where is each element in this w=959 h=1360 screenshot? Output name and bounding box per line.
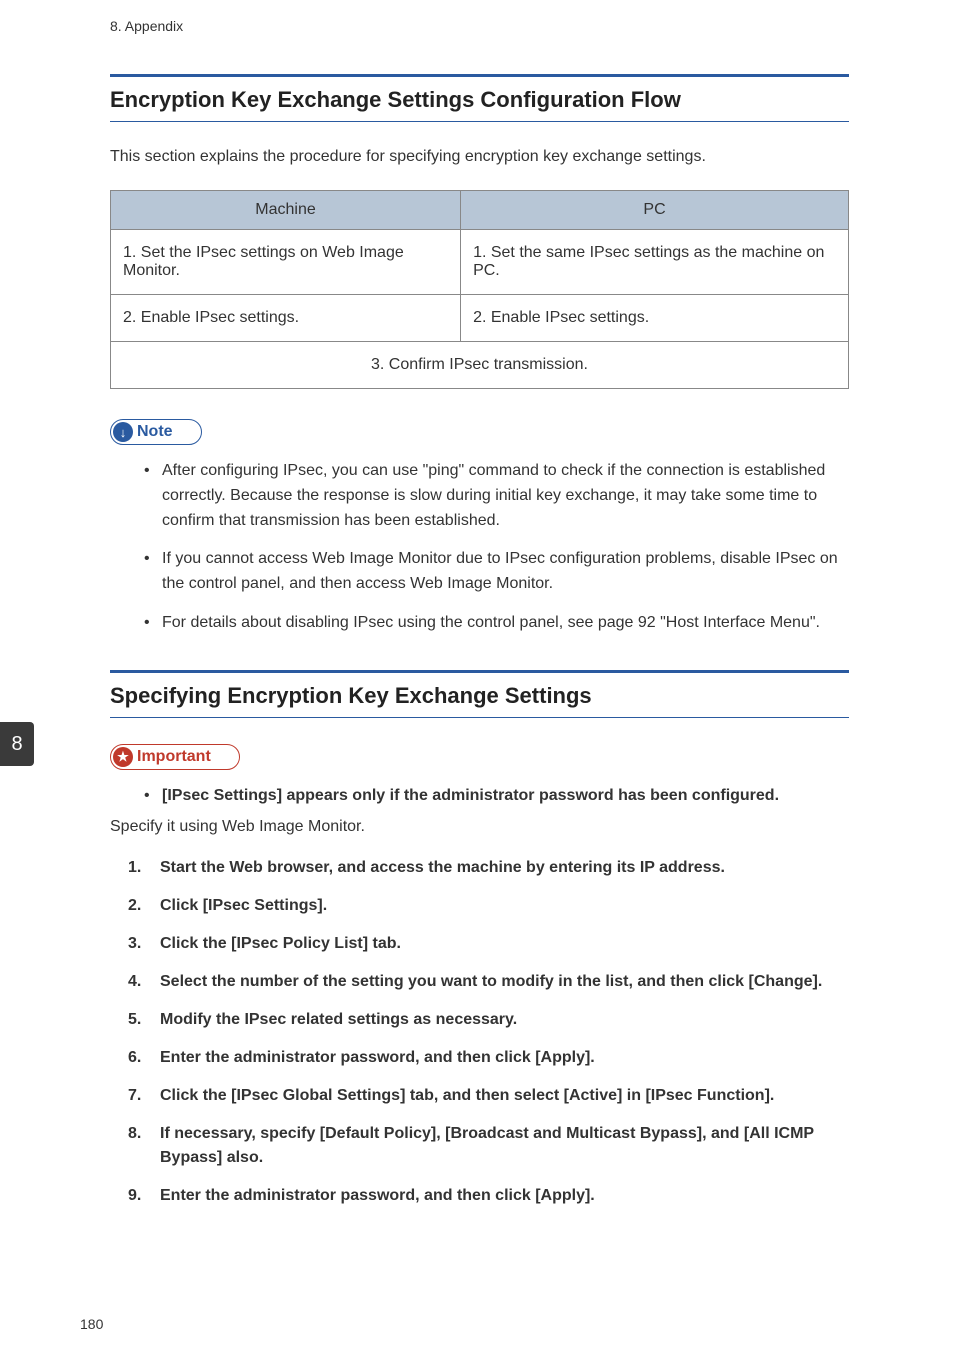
step-item: Click the [IPsec Global Settings] tab, a… [128, 1084, 849, 1108]
cell-merged-3: 3. Confirm IPsec transmission. [111, 342, 849, 389]
step-item: Enter the administrator password, and th… [128, 1046, 849, 1070]
section-title-config-flow: Encryption Key Exchange Settings Configu… [110, 74, 849, 122]
page-header-chapter: 8. Appendix [0, 0, 959, 34]
note-item: After configuring IPsec, you can use "pi… [144, 459, 849, 533]
step-item: Modify the IPsec related settings as nec… [128, 1008, 849, 1032]
important-item: [IPsec Settings] appears only if the adm… [144, 784, 849, 808]
important-label-text: Important [137, 748, 211, 766]
intro-text: This section explains the procedure for … [110, 148, 849, 166]
section-title-specify: Specifying Encryption Key Exchange Setti… [110, 670, 849, 718]
step-item: If necessary, specify [Default Policy], … [128, 1122, 849, 1170]
step-item: Start the Web browser, and access the ma… [128, 856, 849, 880]
table-head-pc: PC [461, 191, 849, 230]
cell-machine-1: 1. Set the IPsec settings on Web Image M… [111, 230, 461, 295]
step-item: Select the number of the setting you wan… [128, 970, 849, 994]
table-row: 1. Set the IPsec settings on Web Image M… [111, 230, 849, 295]
page-number: 180 [80, 1316, 103, 1332]
important-list: [IPsec Settings] appears only if the adm… [110, 784, 849, 808]
note-callout: ↓ Note [110, 419, 202, 445]
note-item: For details about disabling IPsec using … [144, 611, 849, 636]
config-flow-table: Machine PC 1. Set the IPsec settings on … [110, 190, 849, 389]
steps-list: Start the Web browser, and access the ma… [110, 856, 849, 1208]
cell-pc-2: 2. Enable IPsec settings. [461, 295, 849, 342]
table-head-machine: Machine [111, 191, 461, 230]
step-item: Enter the administrator password, and th… [128, 1184, 849, 1208]
note-item: If you cannot access Web Image Monitor d… [144, 547, 849, 597]
cell-pc-1: 1. Set the same IPsec settings as the ma… [461, 230, 849, 295]
note-icon: ↓ [113, 422, 133, 442]
table-row: 2. Enable IPsec settings. 2. Enable IPse… [111, 295, 849, 342]
table-row: 3. Confirm IPsec transmission. [111, 342, 849, 389]
note-list: After configuring IPsec, you can use "pi… [110, 459, 849, 636]
chapter-side-tab: 8 [0, 722, 34, 766]
step-item: Click [IPsec Settings]. [128, 894, 849, 918]
specify-plain-text: Specify it using Web Image Monitor. [110, 818, 849, 836]
step-item: Click the [IPsec Policy List] tab. [128, 932, 849, 956]
important-icon: ★ [113, 747, 133, 767]
cell-machine-2: 2. Enable IPsec settings. [111, 295, 461, 342]
important-callout: ★ Important [110, 744, 240, 770]
note-label-text: Note [137, 423, 173, 441]
